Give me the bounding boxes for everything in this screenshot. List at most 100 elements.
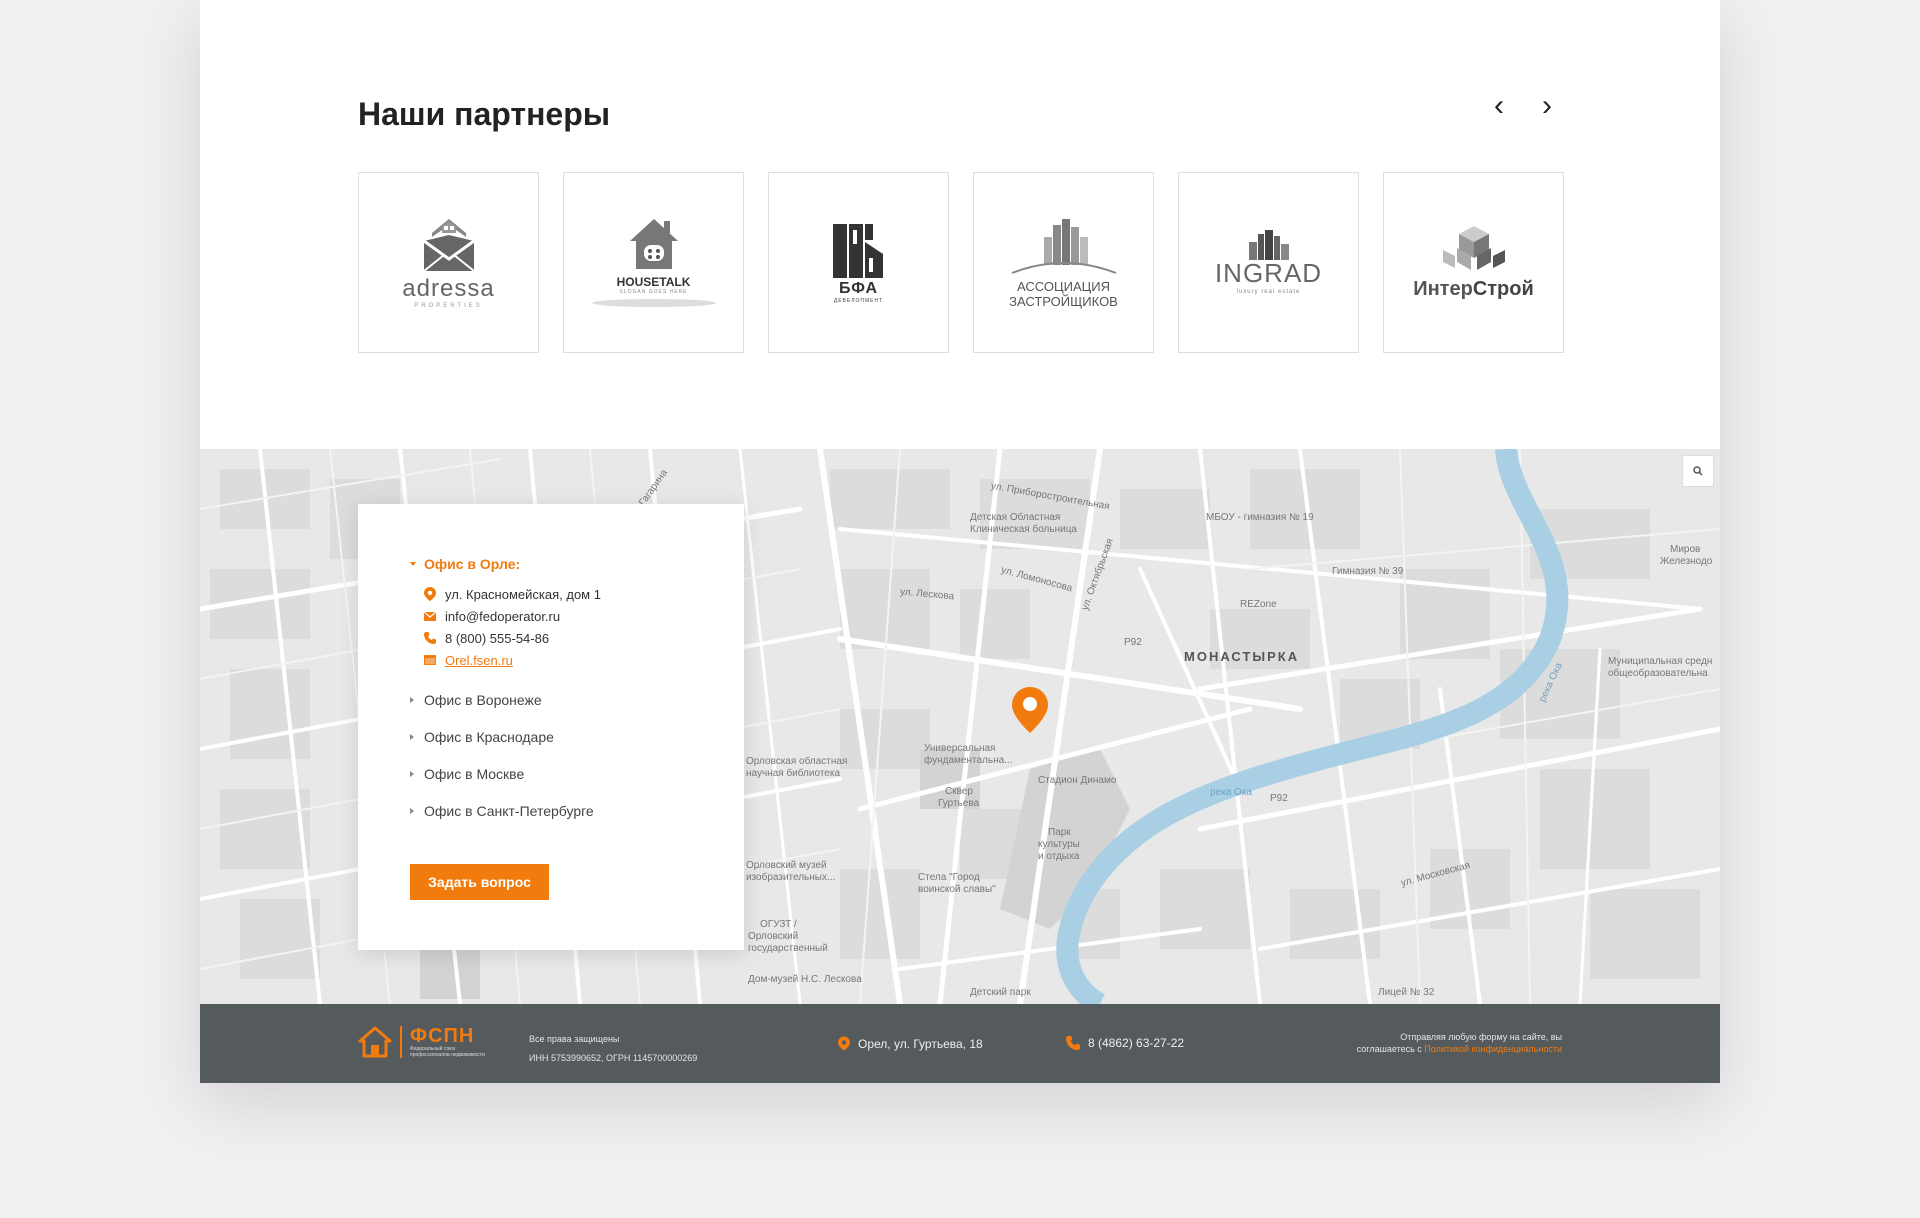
interstroy-cubes-icon [1442,226,1505,270]
office-orel-toggle[interactable]: Офис в Орле: [410,556,744,572]
partners-header: Наши партнеры ‹ › [358,91,1562,142]
office-map[interactable]: Детская Областная Клиническая больница М… [200,449,1720,1004]
ingrad-sub: luxury real estate [1236,289,1301,295]
carousel-prev-button[interactable]: ‹ [1484,91,1514,122]
partner-logo-adressa[interactable]: adressa PROPERTIES [358,172,539,353]
map-label-munic-1: Муниципальная средн [1608,656,1713,667]
map-label-stela-2: воинской славы" [918,884,996,895]
caret-down-icon [410,562,416,566]
contact-phone-text[interactable]: 8 (800) 555-54-86 [445,631,549,646]
caret-right-icon [410,733,414,740]
map-label-river-1: река Ока [1210,787,1252,798]
map-label-stadium: Стадион Динамо [1038,775,1117,786]
logo-text-block: ФСПН Федеральный союз профессионалов нед… [410,1026,490,1058]
footer: ФСПН Федеральный союз профессионалов нед… [200,1004,1720,1083]
caret-right-icon [410,696,414,703]
map-label-museum: Дом-музей Н.С. Лескова [748,974,862,985]
office-item-spb[interactable]: Офис в Санкт-Петербурге [410,800,744,821]
adressa-sub: PROPERTIES [414,302,483,309]
office-orel-title: Офис в Орле: [424,556,521,572]
contact-phone: 8 (800) 555-54-86 [423,627,744,649]
envelope-icon [423,609,437,623]
privacy-policy-link[interactable]: Политикой конфиденциальности [1424,1044,1562,1054]
map-pin-icon[interactable] [1010,685,1050,735]
map-label-lyceum: Лицей № 32 [1378,987,1435,998]
footer-rights: Все права защищены ИНН 5753990652, ОГРН … [529,1030,697,1068]
contact-email: info@fedoperator.ru [423,605,744,627]
office-item-moscow[interactable]: Офис в Москве [410,763,744,784]
phone-icon [1066,1036,1080,1050]
office-item-krasnodar[interactable]: Офис в Краснодаре [410,726,744,747]
policy-prefix: соглашаетесь с [1356,1044,1425,1054]
footer-address: Орел, ул. Гуртьева, 18 [838,1036,983,1051]
office-item-label: Офис в Санкт-Петербурге [424,802,594,819]
ask-question-button[interactable]: Задать вопрос [410,864,549,900]
office-list: Офис в Воронеже Офис в Краснодаре Офис в… [410,689,744,821]
browser-icon [423,653,437,667]
map-search-button[interactable] [1682,455,1714,487]
location-pin-icon [423,587,437,601]
offices-panel: Офис в Орле: ул. Красномейская, дом 1 in… [358,504,744,950]
map-label-gym19: МБОУ - гимназия № 19 [1206,512,1314,523]
map-label-rezone: REZone [1240,599,1277,610]
contact-address: ул. Красномейская, дом 1 [423,583,744,605]
partner-logo-housetalk[interactable]: HOUSETALK SLOGAN GOES HERE [563,172,744,353]
map-label-oguz-2: Орловский [748,931,799,942]
interstroy-name-part2: Строй [1472,278,1534,300]
contact-site-link[interactable]: Orel.fsen.ru [445,653,513,668]
footer-phone[interactable]: 8 (4862) 63-27-22 [1066,1036,1184,1050]
map-label-hospital-1: Детская Областная [970,512,1061,523]
ingrad-skyline-icon [1248,230,1289,260]
footer-policy: Отправляя любую форму на сайте, вы согла… [1357,1031,1562,1055]
map-label-children-park: Детский парк [970,987,1031,998]
policy-line-1: Отправляя любую форму на сайте, вы [1400,1032,1562,1042]
map-label-orlovsk-2: научная библиотека [746,768,840,779]
partner-logo-association[interactable]: АССОЦИАЦИЯ ЗАСТРОЙЩИКОВ [973,172,1154,353]
contact-address-text: ул. Красномейская, дом 1 [445,586,601,602]
contact-email-text[interactable]: info@fedoperator.ru [445,609,560,624]
map-label-library-1: Универсальная [924,743,996,754]
map-label-munic-2: общеобразовательна [1608,668,1708,679]
phone-icon [423,631,437,645]
map-label-monastyrka: МОНАСТЫРКА [1184,649,1300,664]
association-name: АССОЦИАЦИЯ ЗАСТРОЙЩИКОВ [1009,279,1118,309]
association-towers-icon [1011,218,1116,274]
map-label-oguz-3: государственный [748,943,828,954]
map-label-gym39: Гимназия № 39 [1332,566,1404,577]
bfa-sub: ДЕВЕЛОПМЕНТ [833,297,884,304]
footer-logo[interactable]: ФСПН Федеральный союз профессионалов нед… [358,1026,490,1058]
ingrad-name: INGRAD [1214,258,1323,288]
association-name-line2: ЗАСТРОЙЩИКОВ [1009,293,1118,309]
contact-site: Orel.fsen.ru [423,649,744,671]
association-name-line1: АССОЦИАЦИЯ [1017,278,1110,294]
adressa-name: adressa [402,274,495,302]
map-label-square-2: Гуртьева [938,798,980,809]
map-label-park-3: и отдыха [1038,851,1080,862]
partner-logo-bfa[interactable]: БФА ДЕВЕЛОПМЕНТ [768,172,949,353]
carousel-next-button[interactable]: › [1532,91,1562,122]
map-label-park-1: Парк [1048,827,1071,838]
search-icon [1693,466,1703,476]
map-label-park-2: культуры [1038,839,1080,850]
page-container: Наши партнеры ‹ › adressa PROPERTIES HOU… [200,0,1720,1083]
office-item-label: Офис в Москве [424,765,525,782]
partner-logo-ingrad[interactable]: INGRAD luxury real estate [1178,172,1359,353]
housetalk-shadow [591,298,716,307]
map-label-orlovsk-1: Орловская областная [746,756,848,767]
map-label-omuz-2: изобразительных... [746,872,836,883]
housetalk-name: HOUSETALK [616,274,691,289]
map-label-stela-1: Стела "Город [918,872,980,883]
office-item-label: Офис в Краснодаре [424,728,554,745]
caret-right-icon [410,770,414,777]
company-ids: ИНН 5753990652, ОГРН 1145700000269 [529,1053,698,1063]
map-label-library-2: фундаментальна... [924,755,1013,766]
office-item-voronezh[interactable]: Офис в Воронеже [410,689,744,710]
map-label-hospital-2: Клиническая больница [970,524,1077,535]
bfa-name: БФА [838,279,879,297]
footer-address-text: Орел, ул. Гуртьева, 18 [858,1036,983,1051]
logo-divider [400,1026,402,1058]
bfa-buildings-icon [832,223,883,278]
partner-logo-interstroy[interactable]: ИнтерСтрой [1383,172,1564,353]
office-orel-contacts: ул. Красномейская, дом 1 info@fedoperato… [423,583,744,671]
housetalk-house-icon [629,218,678,269]
